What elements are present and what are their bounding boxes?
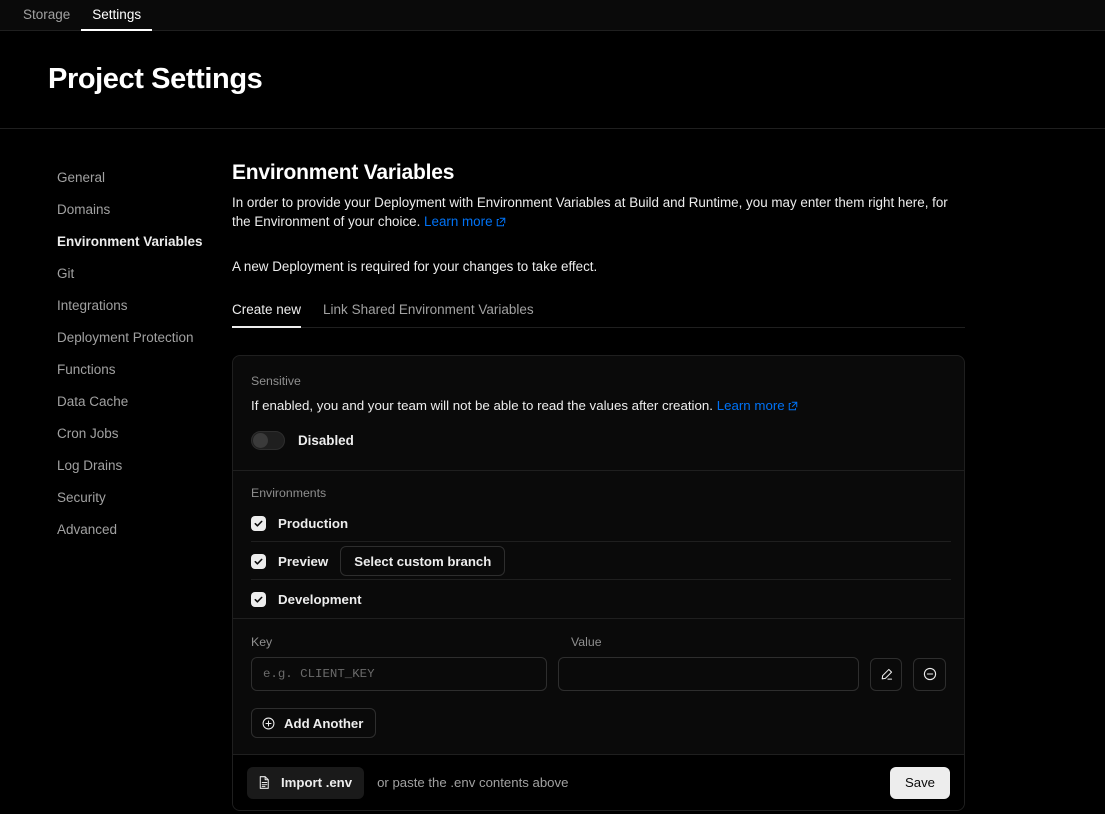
environment-row-production: Production xyxy=(251,504,951,542)
sidebar-item-environment-variables[interactable]: Environment Variables xyxy=(57,225,232,257)
check-icon xyxy=(254,520,263,527)
import-hint: or paste the .env contents above xyxy=(377,775,569,790)
tab-label: Link Shared Environment Variables xyxy=(323,302,534,317)
add-another-label: Add Another xyxy=(284,715,364,731)
section-title: Environment Variables xyxy=(232,161,455,184)
sensitive-description-text: If enabled, you and your team will not b… xyxy=(251,398,713,413)
sidebar-item-functions[interactable]: Functions xyxy=(57,353,232,385)
sensitive-label: Sensitive xyxy=(251,374,301,388)
sensitive-toggle[interactable] xyxy=(251,431,285,450)
section-description-text: In order to provide your Deployment with… xyxy=(232,195,948,229)
deployment-note: A new Deployment is required for your ch… xyxy=(232,259,598,274)
page-body: General Domains Environment Variables Gi… xyxy=(0,129,1105,814)
value-input[interactable] xyxy=(558,657,859,691)
sensitive-toggle-state: Disabled xyxy=(298,433,354,448)
checkbox-preview[interactable] xyxy=(251,553,266,569)
card-footer: Import .env or paste the .env contents a… xyxy=(233,754,964,810)
topnav-label: Settings xyxy=(92,6,142,22)
page-header: Project Settings xyxy=(0,31,1105,129)
sidebar-item-deployment-protection[interactable]: Deployment Protection xyxy=(57,321,232,353)
tab-bar: Create new Link Shared Environment Varia… xyxy=(232,302,965,328)
variable-row xyxy=(251,657,946,691)
sidebar-item-label: Log Drains xyxy=(57,457,123,473)
toggle-knob xyxy=(253,433,268,448)
import-env-button[interactable]: Import .env xyxy=(247,766,365,799)
key-column-header: Key xyxy=(251,635,273,649)
sidebar-item-label: Cron Jobs xyxy=(57,425,119,441)
tab-label: Create new xyxy=(232,302,302,317)
sidebar-item-security[interactable]: Security xyxy=(57,481,232,513)
page-title: Project Settings xyxy=(48,63,263,95)
check-icon xyxy=(254,596,263,603)
tab-link-shared-environment-variables[interactable]: Link Shared Environment Variables xyxy=(323,302,534,327)
sensitive-description: If enabled, you and your team will not b… xyxy=(251,398,946,414)
pencil-icon xyxy=(881,668,892,680)
tab-create-new[interactable]: Create new xyxy=(232,302,302,328)
sidebar-item-label: Advanced xyxy=(57,521,118,537)
sidebar-item-label: Environment Variables xyxy=(57,233,203,249)
sidebar-item-advanced[interactable]: Advanced xyxy=(57,513,232,545)
sidebar-item-cron-jobs[interactable]: Cron Jobs xyxy=(57,417,232,449)
top-navigation: Storage Settings xyxy=(0,0,1105,31)
plus-circle-icon xyxy=(261,716,276,731)
sidebar-item-log-drains[interactable]: Log Drains xyxy=(57,449,232,481)
sidebar-item-data-cache[interactable]: Data Cache xyxy=(57,385,232,417)
sidebar-item-general[interactable]: General xyxy=(57,161,232,193)
add-another-button[interactable]: Add Another xyxy=(251,708,377,738)
topnav-item-settings[interactable]: Settings xyxy=(81,6,152,31)
main-content: Environment Variables In order to provid… xyxy=(232,161,965,814)
environment-label: Development xyxy=(278,591,362,607)
minus-circle-icon xyxy=(923,667,936,681)
sidebar-item-label: Integrations xyxy=(57,297,128,313)
checkbox-production[interactable] xyxy=(251,515,266,531)
key-input[interactable] xyxy=(251,657,548,691)
variable-entry-section: Key Value e.g. CLIENT_KEY Add Another xyxy=(233,619,964,754)
external-link-icon xyxy=(788,399,798,414)
sidebar-item-label: Domains xyxy=(57,201,111,217)
sidebar-item-label: Deployment Protection xyxy=(57,329,194,345)
section-description: In order to provide your Deployment with… xyxy=(232,194,958,232)
check-icon xyxy=(254,558,263,565)
save-button[interactable]: Save xyxy=(889,766,950,799)
select-custom-branch-button[interactable]: Select custom branch xyxy=(340,546,506,576)
environment-row-preview: Preview Select custom branch xyxy=(251,542,951,580)
environments-section: Environments Production Preview Select c… xyxy=(233,471,964,618)
value-column-header: Value xyxy=(571,635,602,649)
sidebar-item-integrations[interactable]: Integrations xyxy=(57,289,232,321)
sidebar-item-domains[interactable]: Domains xyxy=(57,193,232,225)
sidebar-item-git[interactable]: Git xyxy=(57,257,232,289)
kv-header-row: Key Value xyxy=(251,635,946,657)
checkbox-development[interactable] xyxy=(251,591,266,607)
sensitive-toggle-row: Disabled xyxy=(251,431,946,450)
import-env-label: Import .env xyxy=(281,775,353,790)
learn-more-link[interactable]: Learn more xyxy=(424,214,492,229)
document-icon xyxy=(257,775,272,790)
remove-variable-button[interactable] xyxy=(913,657,946,691)
sidebar-item-label: Functions xyxy=(57,361,116,377)
topnav-item-storage[interactable]: Storage xyxy=(12,6,81,31)
environment-label: Production xyxy=(278,515,349,531)
topnav-label: Storage xyxy=(23,6,71,22)
environments-label: Environments xyxy=(251,486,327,500)
sidebar-item-label: General xyxy=(57,169,106,185)
edit-value-button[interactable] xyxy=(869,657,903,691)
environment-row-development: Development xyxy=(251,580,951,618)
sidebar-item-label: Git xyxy=(57,265,75,281)
external-link-icon xyxy=(496,214,506,233)
sensitive-section: Sensitive If enabled, you and your team … xyxy=(233,356,964,470)
sidebar-item-label: Security xyxy=(57,489,106,505)
sensitive-learn-more-link[interactable]: Learn more xyxy=(717,398,785,413)
environment-label: Preview xyxy=(278,553,329,569)
sidebar-item-label: Data Cache xyxy=(57,393,129,409)
create-variable-card: Sensitive If enabled, you and your team … xyxy=(232,355,965,811)
settings-sidebar: General Domains Environment Variables Gi… xyxy=(0,161,232,814)
